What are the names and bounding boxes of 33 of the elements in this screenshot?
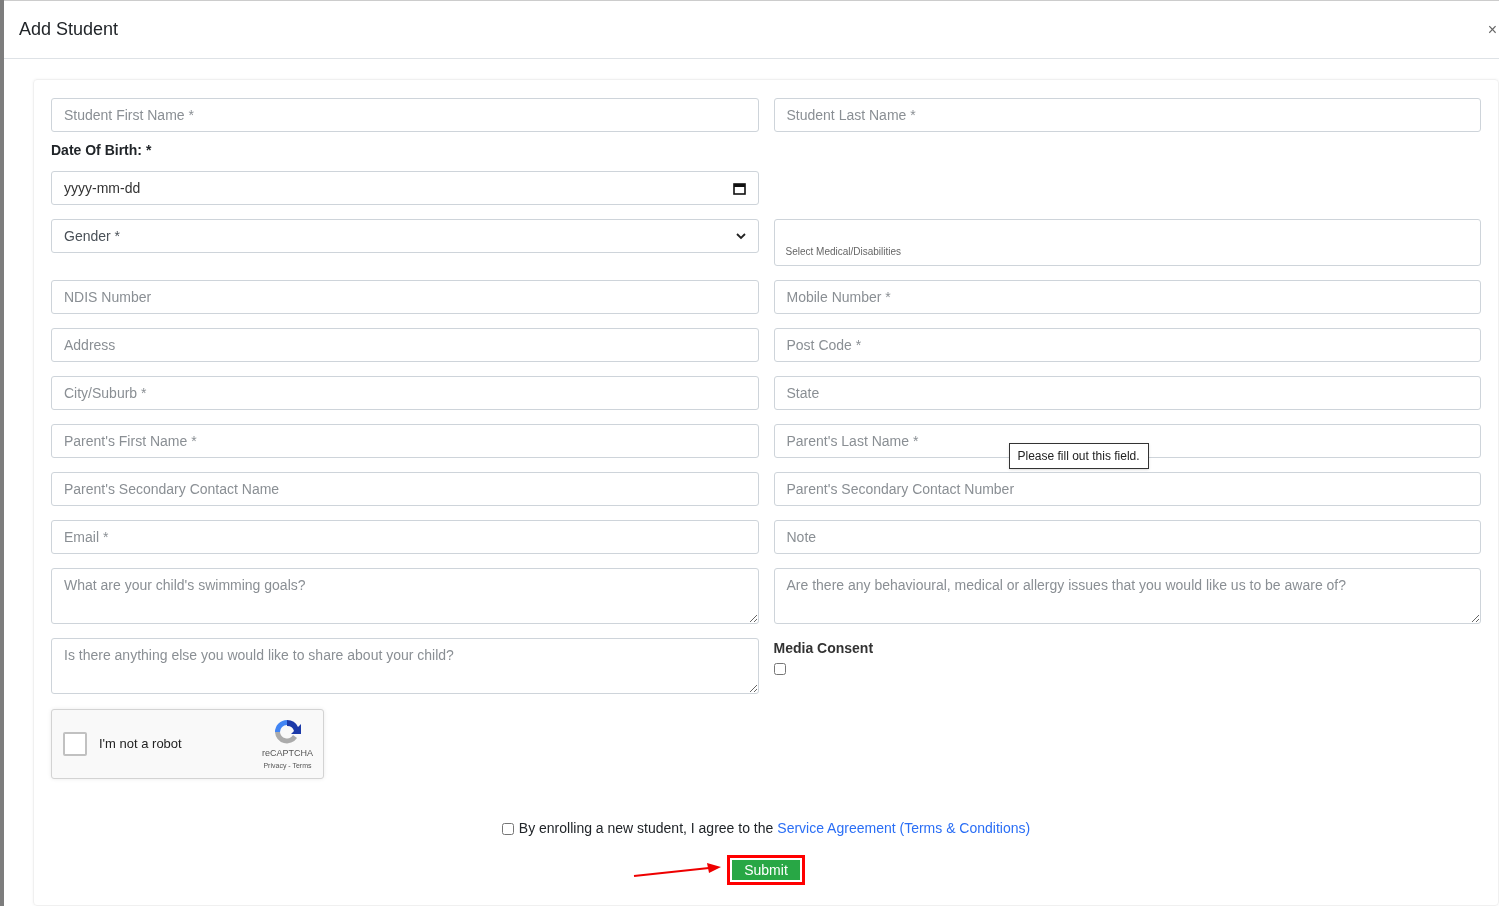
text-field[interactable]: Student First Name * [51, 98, 759, 132]
text-field[interactable]: Post Code * [773, 328, 1481, 362]
text-field[interactable]: Mobile Number * [773, 280, 1481, 314]
agreement-checkbox[interactable] [501, 822, 514, 835]
text-field[interactable]: Email * [51, 520, 759, 554]
textarea-field[interactable]: Is there anything else you would like to share about your child? [51, 638, 759, 694]
text-field[interactable]: Parent's First Name * [51, 424, 759, 458]
date-field[interactable]: yyyy-mm-dd [51, 171, 759, 205]
checkbox[interactable] [773, 663, 786, 675]
validation-tooltip: Please fill out this field. [1008, 443, 1149, 469]
text-field[interactable]: Address [51, 328, 759, 362]
captcha-label: I'm not a robot [99, 735, 183, 754]
textarea-field[interactable]: What are your child's swimming goals? [51, 568, 759, 624]
close-button[interactable]: × [1487, 21, 1497, 38]
text-field[interactable]: Student Last Name * [773, 98, 1481, 132]
text-field[interactable]: Parent's Secondary Contact Name [51, 472, 759, 506]
text-field[interactable]: NDIS Number [51, 280, 759, 314]
text-field[interactable]: State [773, 376, 1481, 410]
chevron-down-icon [735, 232, 746, 240]
agreement-text: By enrolling a new student, I agree to the [518, 819, 774, 838]
service-agreement-link[interactable]: Service Agreement (Terms & Conditions) [777, 818, 1031, 839]
field-label: Date Of Birth: * [51, 141, 153, 160]
field-label: Media Consent [773, 639, 874, 658]
textarea-field[interactable]: Are there any behavioural, medical or allergy issues that you would like us to be aware of? [773, 568, 1481, 624]
modal-title: Add Student [19, 18, 119, 41]
gender-select[interactable]: Gender * [51, 219, 759, 253]
captcha-brand: reCAPTCHA [262, 747, 313, 760]
text-field[interactable]: Parent's Secondary Contact Number [773, 472, 1481, 506]
multiselect-field[interactable]: Select Medical/Disabilities [773, 219, 1481, 266]
text-field[interactable]: Note [773, 520, 1481, 554]
captcha-checkbox[interactable] [63, 732, 87, 756]
calendar-icon[interactable] [732, 181, 746, 195]
text-field[interactable]: City/Suburb * [51, 376, 759, 410]
